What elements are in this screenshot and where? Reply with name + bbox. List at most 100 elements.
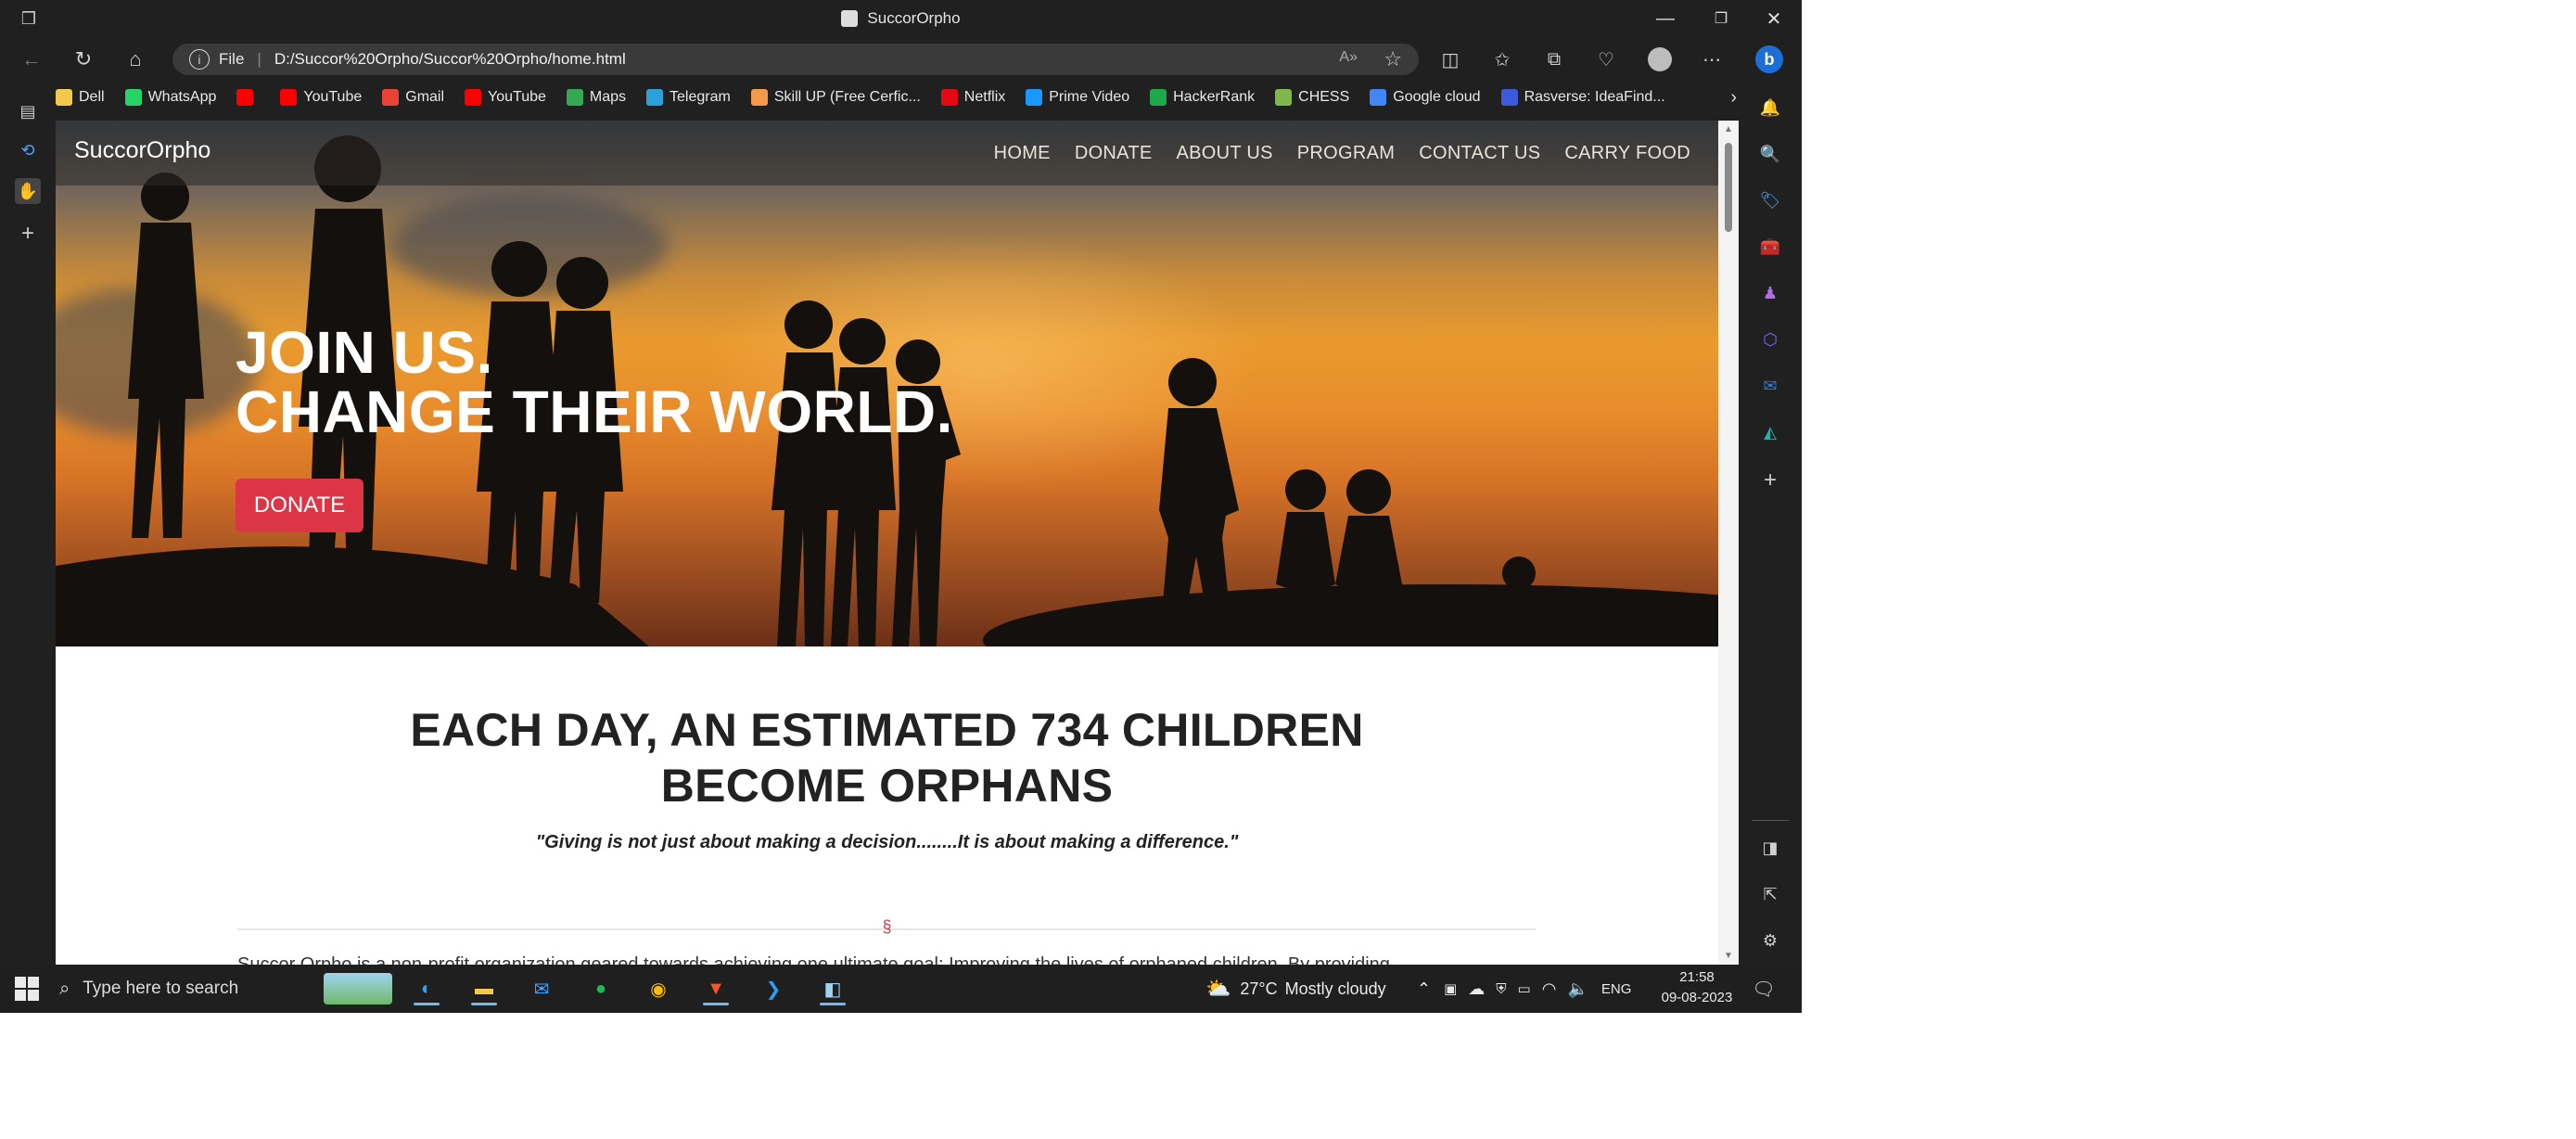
bookmark-item[interactable]: Netflix xyxy=(940,89,1006,106)
scroll-down-icon[interactable]: ▼ xyxy=(1718,951,1739,961)
divider-ornament: § xyxy=(882,917,892,936)
nav-contact-us[interactable]: CONTACT US xyxy=(1419,143,1540,164)
bookmark-item[interactable]: Gmail xyxy=(382,89,444,106)
bookmarks-overflow-icon[interactable]: › xyxy=(1730,87,1737,109)
language-indicator[interactable]: ENG xyxy=(1601,981,1632,997)
collections-icon[interactable]: ⧉ xyxy=(1539,45,1569,73)
sidebar-add-icon[interactable]: + xyxy=(1757,467,1783,493)
nav-donate[interactable]: DONATE xyxy=(1075,143,1153,164)
favorites-icon[interactable]: ✩ xyxy=(1487,45,1517,73)
bookmark-item[interactable]: Telegram xyxy=(646,89,731,106)
chess-icon xyxy=(1275,89,1293,106)
microsoft-365-icon[interactable]: ⬡ xyxy=(1757,326,1783,352)
bookmark-item[interactable]: HackerRank xyxy=(1150,89,1255,106)
favorite-star-icon[interactable]: ☆ xyxy=(1384,47,1402,71)
close-button[interactable]: ✕ xyxy=(1746,0,1802,37)
maps-icon xyxy=(566,89,583,106)
open-external-icon[interactable]: ⇱ xyxy=(1757,881,1783,907)
security-icon[interactable]: ⛨ xyxy=(1496,981,1506,997)
bookmark-item[interactable]: Maps xyxy=(566,89,626,106)
home-button[interactable]: ⌂ xyxy=(121,45,150,73)
hide-sidebar-icon[interactable]: ◨ xyxy=(1757,835,1783,861)
browser-essentials-icon[interactable]: ♡ xyxy=(1591,45,1621,73)
onedrive-icon[interactable]: ☁ xyxy=(1468,979,1485,999)
tab-edge-icon[interactable]: ⟲ xyxy=(15,137,41,163)
more-options-icon[interactable]: ⋯ xyxy=(1697,45,1727,73)
drop-icon[interactable]: ◭ xyxy=(1757,419,1783,445)
bookmark-item[interactable] xyxy=(236,89,260,106)
new-tab-icon[interactable]: + xyxy=(15,221,41,247)
wifi-icon[interactable]: ◠ xyxy=(1542,979,1557,999)
notification-center-icon[interactable]: 🗨 xyxy=(1743,972,1784,1005)
address-bar[interactable]: i File | D:/Succor%20Orpho/Succor%20Orph… xyxy=(172,44,1419,75)
sidebar-settings-icon[interactable]: ⚙ xyxy=(1757,928,1783,953)
nav-home[interactable]: HOME xyxy=(994,143,1051,164)
nav-program[interactable]: PROGRAM xyxy=(1297,143,1395,164)
games-icon[interactable]: ♟ xyxy=(1757,280,1783,306)
profile-avatar[interactable] xyxy=(1645,45,1675,73)
bookmark-item[interactable]: Rasverse: IdeaFind... xyxy=(1500,89,1665,106)
vscode-icon[interactable]: ❯ xyxy=(753,972,794,1005)
tab-succororpho-icon[interactable]: ✋ xyxy=(15,178,41,204)
nav-about-us[interactable]: ABOUT US xyxy=(1176,143,1272,164)
back-button[interactable]: ← xyxy=(17,45,46,73)
bookmark-item[interactable]: Prime Video xyxy=(1026,89,1129,106)
info-icon[interactable]: i xyxy=(189,49,210,70)
shopping-icon[interactable]: 🏷 xyxy=(1757,187,1783,213)
restore-button[interactable]: ❐ xyxy=(1693,0,1749,37)
show-hidden-icons-icon[interactable]: ⌃ xyxy=(1417,979,1431,999)
notifications-icon[interactable]: 🔔 xyxy=(1757,95,1783,121)
site-menu: HOME DONATE ABOUT US PROGRAM CONTACT US … xyxy=(994,143,1690,164)
sidebar-search-icon[interactable]: 🔍 xyxy=(1757,141,1783,167)
hero-section: SuccorOrpho HOME DONATE ABOUT US PROGRAM… xyxy=(56,121,1718,646)
hero-donate-button[interactable]: DONATE xyxy=(236,479,363,532)
google-icon xyxy=(1370,89,1387,106)
mail-icon[interactable]: ✉ xyxy=(521,972,562,1005)
browser-toolbar: ← ↻ ⌂ i File | D:/Succor%20Orpho/Succor%… xyxy=(0,37,1802,82)
hero-headline: JOIN US. CHANGE THEIR WORLD. xyxy=(236,323,953,442)
volume-icon[interactable]: 🔈 xyxy=(1567,979,1588,999)
telegram-icon xyxy=(646,89,664,106)
bookmark-item[interactable]: YouTube xyxy=(465,89,546,106)
bookmark-item[interactable]: WhatsApp xyxy=(124,89,216,106)
scroll-up-icon[interactable]: ▲ xyxy=(1718,124,1739,134)
brave-icon[interactable]: ▼ xyxy=(695,972,736,1005)
snipping-tool-icon[interactable]: ◧ xyxy=(812,972,853,1005)
youtube-icon xyxy=(465,89,482,106)
bookmark-item[interactable]: YouTube xyxy=(280,89,362,106)
start-button[interactable] xyxy=(15,977,39,1001)
windows-taskbar: ⌕ Type here to search ◐ ▬ ✉ ● ◉ ▼ ❯ ◧ ⛅ … xyxy=(0,965,1802,1013)
search-highlight-icon[interactable] xyxy=(321,972,395,1005)
bookmark-label: Netflix xyxy=(963,89,1006,105)
bookmark-label: CHESS xyxy=(1298,89,1350,105)
bookmark-item[interactable]: Google cloud xyxy=(1370,89,1481,106)
read-aloud-icon[interactable]: A» xyxy=(1339,49,1358,66)
meet-icon[interactable]: ▣ xyxy=(1444,980,1457,997)
chrome-icon[interactable]: ◉ xyxy=(638,972,679,1005)
edge-taskbar-icon[interactable]: ◐ xyxy=(406,972,447,1005)
tools-icon[interactable]: 🧰 xyxy=(1757,234,1783,260)
bookmark-item[interactable]: CHESS xyxy=(1275,89,1349,106)
file-explorer-icon[interactable]: ▬ xyxy=(464,972,504,1005)
nav-carry-food[interactable]: CARRY FOOD xyxy=(1564,143,1690,164)
spotify-icon[interactable]: ● xyxy=(580,972,621,1005)
weather-widget[interactable]: ⛅ 27°C Mostly cloudy xyxy=(1205,972,1386,1005)
bookmark-item[interactable]: Skill UP (Free Cerfic... xyxy=(750,89,921,106)
bookmark-item[interactable]: Dell xyxy=(56,89,105,106)
minimize-button[interactable]: — xyxy=(1638,0,1693,37)
page-scrollbar[interactable]: ▲ ▼ xyxy=(1718,121,1739,965)
taskbar-clock[interactable]: 21:58 09-08-2023 xyxy=(1660,967,1734,1008)
tab-actions-icon[interactable]: ▤ xyxy=(15,98,41,124)
site-brand[interactable]: SuccorOrpho xyxy=(74,137,210,164)
copilot-icon[interactable]: b xyxy=(1754,45,1784,73)
outlook-icon[interactable]: ✉ xyxy=(1757,373,1783,399)
refresh-button[interactable]: ↻ xyxy=(69,45,98,73)
clock-date: 09-08-2023 xyxy=(1661,990,1733,1005)
intro-section: EACH DAY, AN ESTIMATED 734 CHILDREN BECO… xyxy=(56,646,1718,965)
address-url[interactable]: D:/Succor%20Orpho/Succor%20Orpho/home.ht… xyxy=(274,50,626,69)
bookmark-label: Skill UP (Free Cerfic... xyxy=(773,89,921,105)
netflix-icon xyxy=(940,89,958,106)
battery-icon[interactable]: ▭ xyxy=(1518,980,1531,997)
scroll-thumb[interactable] xyxy=(1725,143,1732,232)
split-screen-icon[interactable]: ◫ xyxy=(1435,45,1465,73)
